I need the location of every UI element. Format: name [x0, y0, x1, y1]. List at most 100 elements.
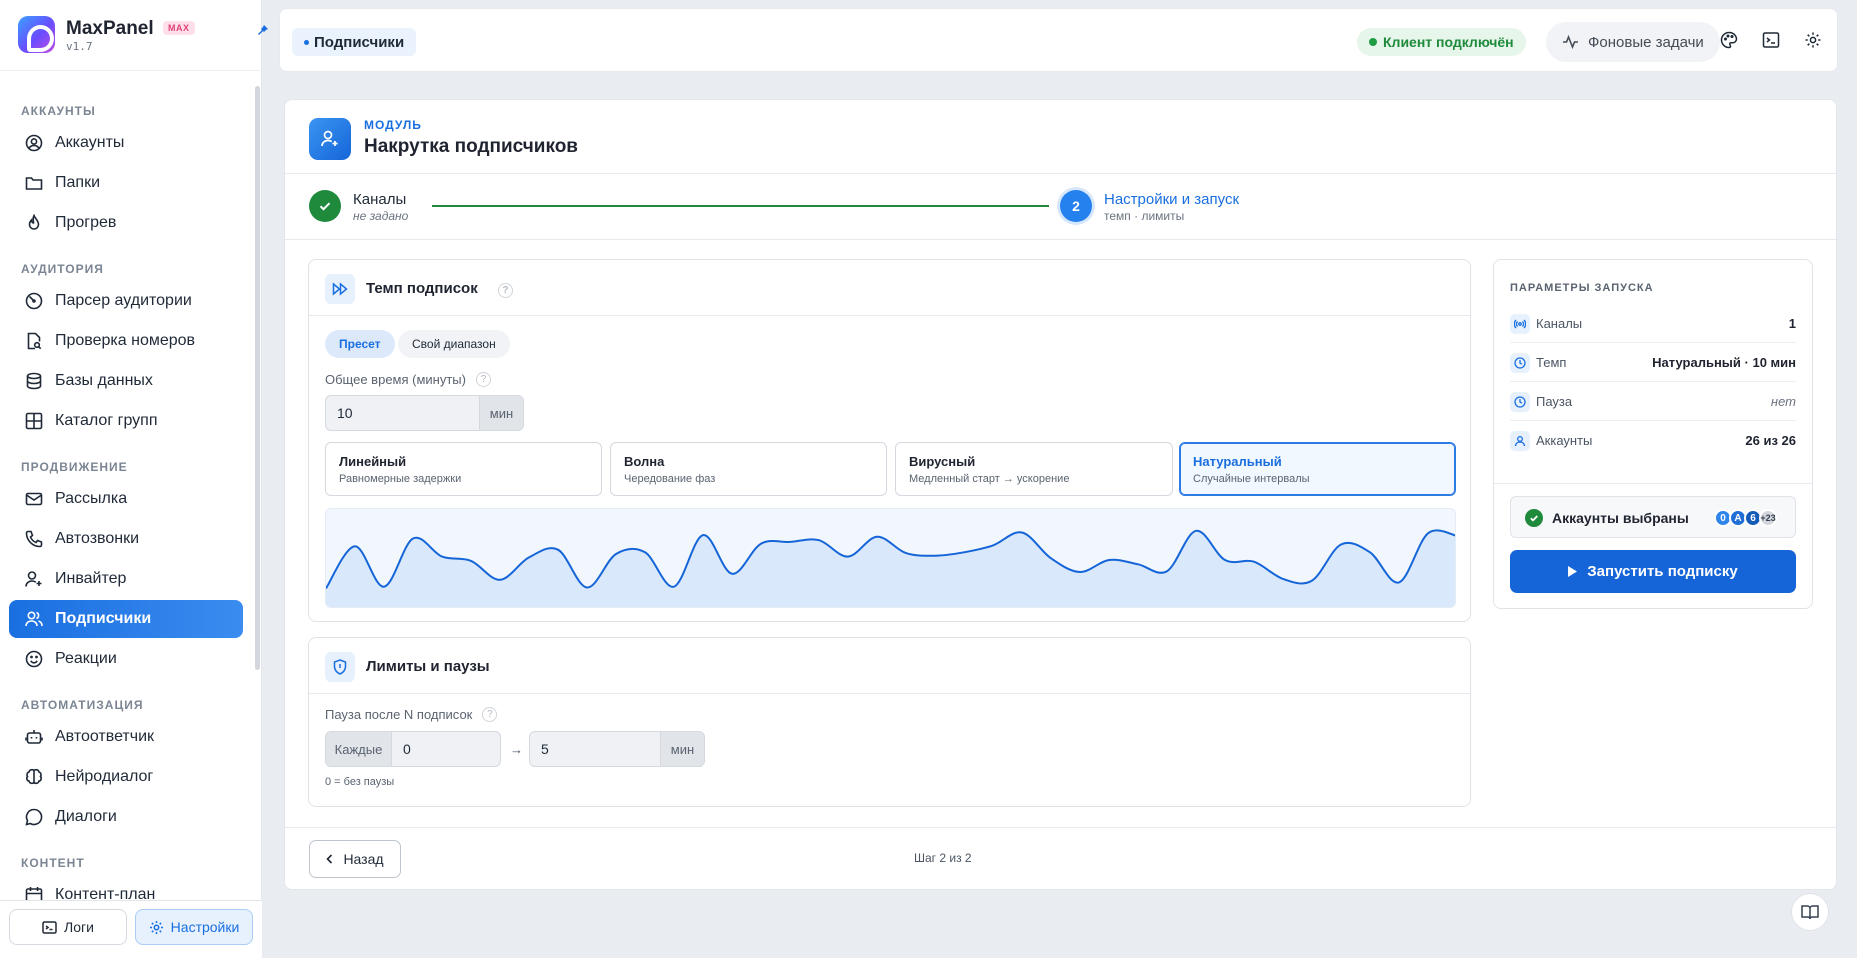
fast-forward-icon — [325, 274, 355, 304]
palette-icon[interactable] — [1720, 31, 1738, 49]
sidebar-item-label: Прогрев — [55, 214, 117, 231]
sidebar-footer: Логи Настройки — [0, 900, 262, 958]
mode-custom-tab[interactable]: Свой диапазон — [398, 330, 510, 358]
step-2-subtitle: темп · лимиты — [1104, 209, 1185, 223]
pause-duration-input[interactable]: 5 мин — [529, 731, 705, 767]
user-circle-icon — [25, 134, 43, 152]
sidebar-scrollbar[interactable] — [255, 86, 260, 670]
gear-icon[interactable] — [1804, 31, 1822, 49]
module-kicker: МОДУЛЬ — [364, 118, 422, 132]
sidebar-item-autoresponder[interactable]: Автоответчик — [9, 718, 243, 756]
console-icon[interactable] — [1762, 31, 1780, 49]
help-icon[interactable]: ? — [475, 372, 491, 387]
antenna-icon — [1510, 314, 1530, 334]
sidebar-item-mailing[interactable]: Рассылка — [9, 480, 243, 518]
preset-natural[interactable]: Натуральный Случайные интервалы — [1179, 442, 1456, 496]
launch-params-panel: ПАРАМЕТРЫ ЗАПУСКА Каналы 1 Темп Натураль… — [1493, 259, 1813, 609]
step-2-indicator[interactable]: 2 — [1060, 190, 1092, 222]
section-title: ПРОДВИЖЕНИЕ — [21, 460, 128, 474]
step-counter: Шаг 2 из 2 — [914, 851, 972, 865]
sidebar-item-warmup[interactable]: Прогрев — [9, 204, 243, 242]
smile-icon — [25, 650, 43, 668]
preset-wave[interactable]: Волна Чередование фаз — [610, 442, 887, 496]
sidebar-item-label: Аккаунты — [55, 134, 125, 151]
sidebar-item-databases[interactable]: Базы данных — [9, 362, 243, 400]
step-2-title[interactable]: Настройки и запуск — [1104, 191, 1239, 208]
mode-preset-tab[interactable]: Пресет — [325, 330, 395, 358]
preset-description: Равномерные задержки — [339, 473, 462, 485]
sidebar-item-content-plan[interactable]: Контент-план — [9, 876, 243, 900]
limits-panel: Лимиты и паузы Пауза после N подписок ? … — [308, 637, 1471, 807]
sidebar-item-neurodialog[interactable]: Нейродиалог — [9, 758, 243, 796]
background-tasks-button[interactable]: Фоновые задачи — [1546, 22, 1720, 62]
users-icon — [25, 610, 43, 628]
sidebar-item-accounts[interactable]: Аккаунты — [9, 124, 243, 162]
divider — [285, 239, 1836, 240]
brand[interactable]: MaxPanel MAX v1.7 — [18, 16, 268, 56]
sidebar-item-audience-parser[interactable]: Парсер аудитории — [9, 282, 243, 320]
plan-badge: MAX — [163, 21, 195, 35]
sidebar-item-reactions[interactable]: Реакции — [9, 640, 243, 678]
pause-every-value[interactable]: 0 — [392, 732, 500, 766]
activity-icon — [1563, 34, 1578, 50]
pause-duration-value[interactable]: 5 — [530, 732, 660, 766]
section-title: АВТОМАТИЗАЦИЯ — [21, 698, 144, 712]
sidebar-item-inviter[interactable]: Инвайтер — [9, 560, 243, 598]
sidebar-item-label: Диалоги — [55, 808, 117, 825]
param-value: 1 — [1788, 316, 1796, 331]
play-icon — [1568, 566, 1578, 577]
tempo-title: Темп подписок ? — [366, 280, 513, 298]
breadcrumb[interactable]: Подписчики — [292, 28, 417, 56]
pause-duration-unit: мин — [660, 732, 704, 766]
help-icon[interactable]: ? — [482, 707, 498, 722]
pause-every-input[interactable]: Каждые 0 — [325, 731, 501, 767]
preset-viral[interactable]: Вирусный Медленный старт → ускорение — [895, 442, 1173, 496]
app-name: MaxPanel — [66, 18, 154, 39]
bot-icon — [25, 728, 43, 746]
sidebar-item-subscribers[interactable]: Подписчики — [9, 600, 243, 638]
sidebar-item-label: Автоответчик — [55, 728, 155, 745]
sidebar-item-folders[interactable]: Папки — [9, 164, 243, 202]
page-title: Накрутка подписчиков — [364, 136, 578, 157]
step-1-indicator[interactable] — [309, 190, 341, 222]
help-icon[interactable]: ? — [497, 283, 513, 298]
chevron-left-icon — [326, 854, 333, 864]
pause-label-text: Пауза после N подписок — [325, 707, 473, 722]
divider — [285, 827, 1836, 828]
total-time-input[interactable]: 10 мин — [325, 395, 524, 431]
connection-status: Клиент подключён — [1357, 28, 1526, 56]
module-icon — [309, 118, 351, 160]
preset-description: Случайные интервалы — [1193, 473, 1310, 485]
clock-icon — [1510, 392, 1530, 412]
book-icon — [1801, 905, 1819, 920]
divider — [1494, 483, 1812, 484]
sidebar-item-number-check[interactable]: Проверка номеров — [9, 322, 243, 360]
step-1-title[interactable]: Каналы — [353, 191, 406, 208]
app-logo — [18, 16, 55, 53]
sidebar-item-label: Проверка номеров — [55, 332, 196, 349]
background-tasks-label: Фоновые задачи — [1588, 33, 1704, 51]
sidebar-item-label: Подписчики — [55, 610, 152, 627]
sidebar-item-label: Папки — [55, 174, 100, 191]
check-icon — [319, 202, 331, 211]
book-button[interactable] — [1791, 893, 1829, 931]
sidebar-item-group-catalog[interactable]: Каталог групп — [9, 402, 243, 440]
pin-icon[interactable] — [258, 25, 268, 35]
sidebar-item-label: Базы данных — [55, 372, 153, 389]
logs-button[interactable]: Логи — [9, 909, 127, 945]
total-time-value[interactable]: 10 — [326, 396, 479, 430]
brain-icon — [25, 768, 43, 786]
settings-button[interactable]: Настройки — [135, 909, 253, 945]
divider — [285, 173, 1836, 174]
accounts-selected-box[interactable]: Аккаунты выбраны 0 A 6 +23 — [1510, 496, 1796, 538]
launch-subscription-button[interactable]: Запустить подписку — [1510, 550, 1796, 593]
param-row-channels: Каналы 1 — [1510, 304, 1796, 343]
preset-linear[interactable]: Линейный Равномерные задержки — [325, 442, 602, 496]
user-plus-icon — [321, 130, 338, 147]
preset-name: Линейный — [339, 454, 407, 469]
sidebar-item-autocalls[interactable]: Автозвонки — [9, 520, 243, 558]
back-button[interactable]: Назад — [309, 840, 401, 878]
sidebar-item-dialogs[interactable]: Диалоги — [9, 798, 243, 836]
sidebar-item-label: Рассылка — [55, 490, 128, 507]
sidebar-item-label: Автозвонки — [55, 530, 140, 547]
